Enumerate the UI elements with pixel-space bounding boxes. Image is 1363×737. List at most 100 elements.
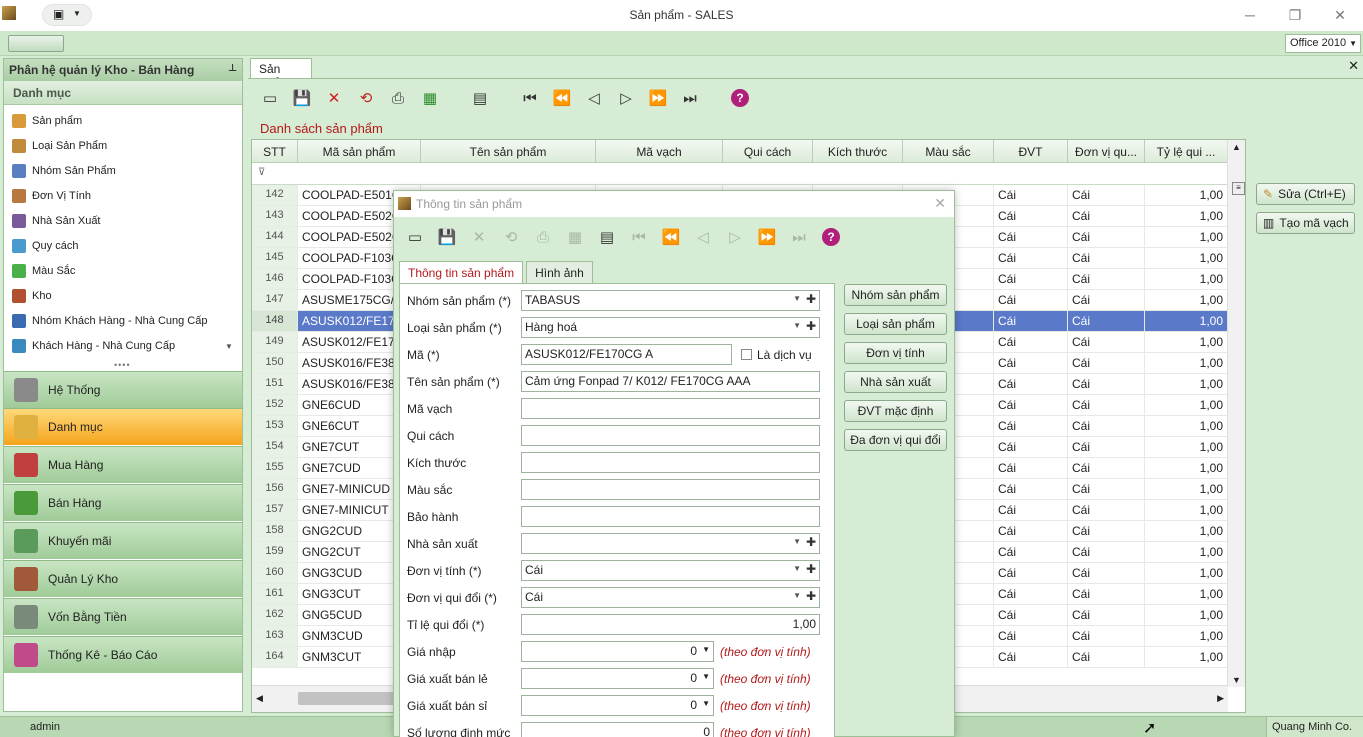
close-icon[interactable]: ✕ xyxy=(1330,5,1350,25)
plus-icon[interactable]: ✚ xyxy=(806,292,816,306)
giale-input[interactable]: 0 ▼ xyxy=(521,668,714,689)
first-record-icon[interactable]: ⏮ xyxy=(626,225,652,249)
column-header-1[interactable]: Mã sản phẩm xyxy=(298,140,421,162)
chevron-down-icon[interactable]: ▼ xyxy=(793,537,801,546)
prev-record-icon[interactable]: ◁ xyxy=(690,225,716,249)
print-icon[interactable]: ⎙ xyxy=(530,225,556,249)
dvt-combo[interactable]: Cái ▼ ✚ xyxy=(521,560,820,581)
column-header-5[interactable]: Kích thước xyxy=(813,140,903,162)
last-record-icon[interactable]: ⏭ xyxy=(786,225,812,249)
first-record-icon[interactable]: ⏮ xyxy=(518,86,542,110)
nav-group-2[interactable]: Mua Hàng xyxy=(4,446,242,483)
dvqd-combo[interactable]: Cái ▼ ✚ xyxy=(521,587,820,608)
save-icon[interactable]: 💾 xyxy=(434,225,460,249)
nav-item-6[interactable]: Màu Sắc xyxy=(4,258,242,283)
da-don-vi-qui-doi-button[interactable]: Đa đơn vị qui đổi xyxy=(844,429,947,451)
ma-input[interactable]: ASUSK012/FE170CG A xyxy=(521,344,732,365)
column-header-8[interactable]: Đơn vị qu... xyxy=(1068,140,1145,162)
nav-group-1[interactable]: Danh mục xyxy=(4,408,242,445)
excel-icon[interactable]: ▦ xyxy=(418,86,442,110)
restore-icon[interactable]: ❐ xyxy=(1285,5,1305,25)
nav-item-0[interactable]: Sản phẩm xyxy=(4,108,242,133)
create-barcode-button[interactable]: ▥ Tạo mã vạch xyxy=(1256,212,1355,234)
nav-item-3[interactable]: Đơn Vị Tính xyxy=(4,183,242,208)
gianhap-input[interactable]: 0 ▼ xyxy=(521,641,714,662)
new-icon[interactable]: ▭ xyxy=(258,86,282,110)
next-page-icon[interactable]: ⏩ xyxy=(646,86,670,110)
plus-icon[interactable]: ✚ xyxy=(806,319,816,333)
next-page-icon[interactable]: ⏩ xyxy=(754,225,780,249)
nav-group-0[interactable]: Hệ Thống xyxy=(4,371,242,408)
plus-icon[interactable]: ✚ xyxy=(806,589,816,603)
delete-icon[interactable]: ✕ xyxy=(466,225,492,249)
refresh-icon[interactable]: ⟲ xyxy=(354,86,378,110)
next-record-icon[interactable]: ▷ xyxy=(722,225,748,249)
mavach-input[interactable] xyxy=(521,398,820,419)
grid-filter-row[interactable]: ⊽ xyxy=(252,163,1228,185)
loai-combo[interactable]: Hàng hoá ▼ ✚ xyxy=(521,317,820,338)
save-icon[interactable]: 💾 xyxy=(290,86,314,110)
nsx-combo[interactable]: ▼ ✚ xyxy=(521,533,820,554)
prev-page-icon[interactable]: ⏪ xyxy=(658,225,684,249)
nav-item-2[interactable]: Nhóm Sản Phẩm xyxy=(4,158,242,183)
nav-item-5[interactable]: Quy cách xyxy=(4,233,242,258)
last-record-icon[interactable]: ⏭ xyxy=(678,86,702,110)
column-header-2[interactable]: Tên sản phẩm xyxy=(421,140,596,162)
minimize-icon[interactable]: ─ xyxy=(1240,5,1260,25)
dialog-close-icon[interactable]: ✕ xyxy=(934,195,946,212)
tab-product-info[interactable]: Thông tin sản phẩm xyxy=(399,261,524,283)
tile-input[interactable]: 1,00 xyxy=(521,614,820,635)
nav-group-6[interactable]: Vốn Bằng Tiền xyxy=(4,598,242,635)
nhom-combo[interactable]: TABASUS ▼ ✚ xyxy=(521,290,820,311)
chevron-down-icon[interactable]: ▼ xyxy=(793,591,801,600)
pin-icon[interactable]: ⊥ xyxy=(228,63,237,74)
nav-group-4[interactable]: Khuyến mãi xyxy=(4,522,242,559)
don-vi-tinh-button[interactable]: Đơn vị tính xyxy=(844,342,947,364)
app-menu-button[interactable] xyxy=(8,35,64,52)
nav-item-1[interactable]: Loại Sản Phẩm xyxy=(4,133,242,158)
checkbox-box[interactable] xyxy=(741,349,752,360)
soluong-input[interactable]: 0 xyxy=(521,722,714,737)
collapse-arrow-icon[interactable]: ▼ xyxy=(225,342,233,351)
column-header-9[interactable]: Tỷ lệ qui ... xyxy=(1145,140,1228,162)
column-header-3[interactable]: Mã vạch xyxy=(596,140,723,162)
print-icon[interactable]: ⎙ xyxy=(386,86,410,110)
scroll-right-icon[interactable]: ▶ xyxy=(1217,693,1224,704)
chevron-down-icon[interactable]: ▼ xyxy=(702,699,710,708)
nav-group-5[interactable]: Quản Lý Kho xyxy=(4,560,242,597)
edit-button[interactable]: ✎ Sửa (Ctrl+E) xyxy=(1256,183,1355,205)
nav-group-7[interactable]: Thống Kê - Báo Cáo xyxy=(4,636,242,673)
splitter-grip[interactable]: •••• xyxy=(114,360,131,370)
baohanh-input[interactable] xyxy=(521,506,820,527)
vertical-scrollbar[interactable]: ▲ ▼ xyxy=(1227,140,1245,687)
chevron-down-icon[interactable]: ▼ xyxy=(793,564,801,573)
chevron-down-icon[interactable]: ▼ xyxy=(702,645,710,654)
nav-item-9[interactable]: Khách Hàng - Nhà Cung Cấp xyxy=(4,333,242,358)
prev-record-icon[interactable]: ◁ xyxy=(582,86,606,110)
new-icon[interactable]: ▭ xyxy=(402,225,428,249)
chevron-down-icon[interactable]: ▼ xyxy=(793,294,801,303)
delete-icon[interactable]: ✕ xyxy=(322,86,346,110)
next-record-icon[interactable]: ▷ xyxy=(614,86,638,110)
kichthuoc-input[interactable] xyxy=(521,452,820,473)
dvt-mac-dinh-button[interactable]: ĐVT mặc định xyxy=(844,400,947,422)
help-icon[interactable]: ? xyxy=(728,86,752,110)
mausac-input[interactable] xyxy=(521,479,820,500)
nav-item-7[interactable]: Kho xyxy=(4,283,242,308)
loai-san-pham-button[interactable]: Loại sản phẩm xyxy=(844,313,947,335)
tab-image[interactable]: Hình ảnh xyxy=(526,261,593,283)
giasi-input[interactable]: 0 ▼ xyxy=(521,695,714,716)
scroll-up-icon[interactable]: ▲ xyxy=(1232,142,1241,152)
plus-icon[interactable]: ✚ xyxy=(806,535,816,549)
excel-icon[interactable]: ▦ xyxy=(562,225,588,249)
scroll-down-icon[interactable]: ▼ xyxy=(1232,675,1241,685)
dich-vu-checkbox[interactable]: Là dịch vụ xyxy=(741,348,812,362)
prev-page-icon[interactable]: ⏪ xyxy=(550,86,574,110)
help-icon[interactable]: ? xyxy=(818,225,844,249)
quicach-input[interactable] xyxy=(521,425,820,446)
ten-input[interactable]: Cảm ứng Fonpad 7/ K012/ FE170CG AAA xyxy=(521,371,820,392)
column-header-0[interactable]: STT xyxy=(252,140,298,162)
plus-icon[interactable]: ✚ xyxy=(806,562,816,576)
nhom-san-pham-button[interactable]: Nhóm sản phẩm xyxy=(844,284,947,306)
nav-group-3[interactable]: Bán Hàng xyxy=(4,484,242,521)
